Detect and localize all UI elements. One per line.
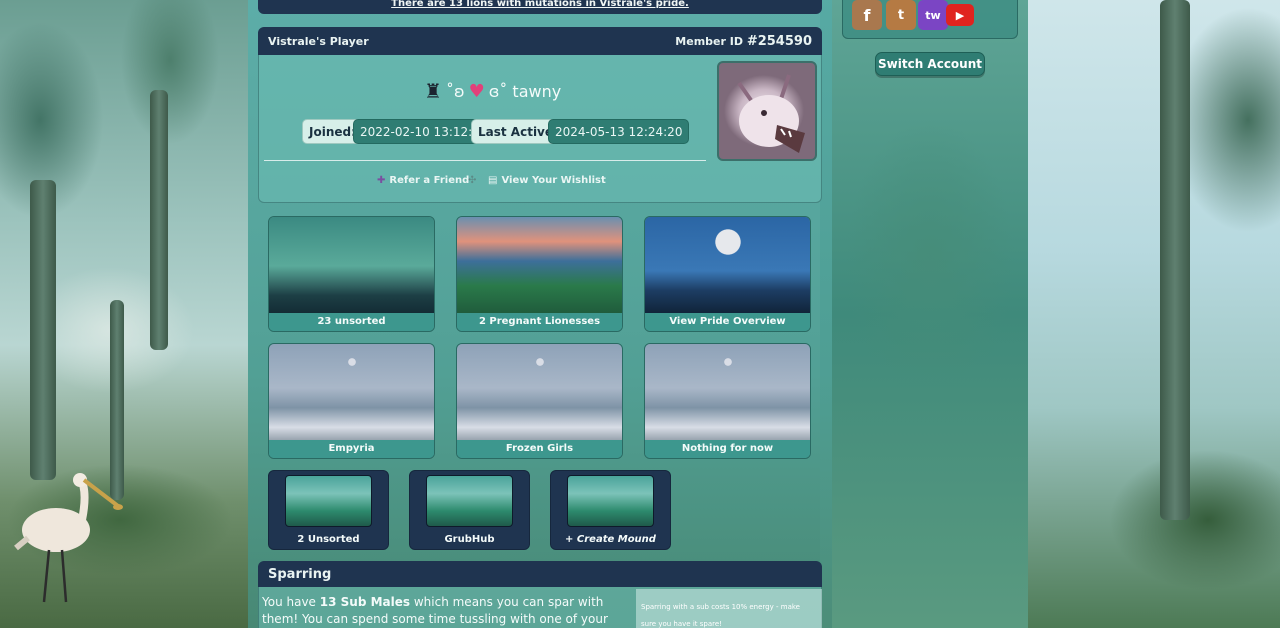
mound-image — [567, 475, 654, 527]
wishlist-link[interactable]: ▤ View Your Wishlist — [488, 175, 606, 186]
mutation-notice-link[interactable]: There are 13 lions with mutations in Vis… — [258, 0, 822, 14]
username-suffix: ɞ˚ tawny — [488, 81, 562, 101]
tile-image — [269, 217, 434, 315]
sparring-text-before: You have — [262, 595, 320, 609]
frozen-girls-group-tile[interactable]: Frozen Girls — [456, 343, 623, 459]
social-links-box: f t tw ▶ — [842, 0, 1018, 39]
tile-image — [645, 344, 810, 442]
tile-image — [457, 344, 622, 442]
tile-image — [457, 217, 622, 315]
player-divider — [264, 160, 706, 161]
twitch-icon[interactable]: tw — [918, 0, 948, 30]
unsorted-lions-tile[interactable]: 23 unsorted — [268, 216, 435, 332]
wishlist-label: View Your Wishlist — [501, 175, 606, 186]
member-id-label: Member ID — [675, 34, 743, 48]
facebook-icon[interactable]: f — [852, 0, 882, 30]
lion-avatar-icon — [737, 74, 805, 153]
mound-label: 2 Unsorted — [269, 531, 388, 549]
plus-icon: ✚ — [377, 175, 386, 186]
center-tree-art — [820, 0, 1030, 628]
crow-icon: ♜ — [424, 79, 442, 103]
member-id-value: #254590 — [746, 33, 812, 49]
create-mound-label: + Create Mound — [551, 531, 670, 549]
twitter-icon[interactable]: t — [886, 0, 916, 30]
player-avatar[interactable] — [717, 61, 817, 161]
refer-friend-link[interactable]: ✚ Refer a Friend — [377, 175, 469, 186]
refer-friend-label: Refer a Friend — [389, 175, 470, 186]
tile-image — [269, 344, 434, 442]
heart-icon: ♥ — [468, 80, 485, 102]
tree-trunk — [150, 90, 168, 350]
separator-icon: ✣ — [468, 175, 477, 186]
member-id: Member ID #254590 — [675, 34, 812, 49]
tile-label: View Pride Overview — [645, 313, 810, 331]
username-prefix: ˚ʚ — [445, 81, 465, 101]
tile-label: 23 unsorted — [269, 313, 434, 331]
pride-overview-tile[interactable]: View Pride Overview — [644, 216, 811, 332]
mound-tile-grubhub[interactable]: GrubHub — [409, 470, 530, 550]
nothing-for-now-group-tile[interactable]: Nothing for now — [644, 343, 811, 459]
tile-label: Nothing for now — [645, 440, 810, 458]
pregnant-lionesses-tile[interactable]: 2 Pregnant Lionesses — [456, 216, 623, 332]
tile-label: 2 Pregnant Lionesses — [457, 313, 622, 331]
mound-image — [426, 475, 513, 527]
youtube-icon[interactable]: ▶ — [946, 4, 974, 26]
mound-tile-unsorted[interactable]: 2 Unsorted — [268, 470, 389, 550]
tile-image — [645, 217, 810, 315]
player-username: ♜ ˚ʚ ♥ ɞ˚ tawny — [424, 76, 584, 106]
tile-label: Frozen Girls — [457, 440, 622, 458]
player-panel-header: Vistrale's Player Member ID #254590 — [258, 27, 822, 55]
player-title: Vistrale's Player — [268, 34, 369, 48]
sparring-text: You have 13 Sub Males which means you ca… — [262, 594, 632, 628]
spoonbill-bird-icon — [14, 473, 123, 603]
tree-trunk — [1160, 0, 1190, 520]
mound-image — [285, 475, 372, 527]
sub-males-count: 13 Sub Males — [319, 595, 411, 609]
switch-account-button[interactable]: Switch Account — [875, 52, 985, 76]
tree-trunk — [30, 180, 56, 480]
sparring-energy-note: Sparring with a sub costs 10% energy - m… — [636, 589, 822, 628]
sparring-title: Sparring — [268, 566, 332, 582]
mound-label: GrubHub — [410, 531, 529, 549]
list-icon: ▤ — [488, 175, 498, 186]
empyria-group-tile[interactable]: Empyria — [268, 343, 435, 459]
create-mound-tile[interactable]: + Create Mound — [550, 470, 671, 550]
right-forest-art — [1028, 0, 1280, 628]
sparring-header: Sparring — [258, 561, 822, 587]
last-active-value: 2024-05-13 12:24:20 — [548, 119, 690, 144]
tile-label: Empyria — [269, 440, 434, 458]
